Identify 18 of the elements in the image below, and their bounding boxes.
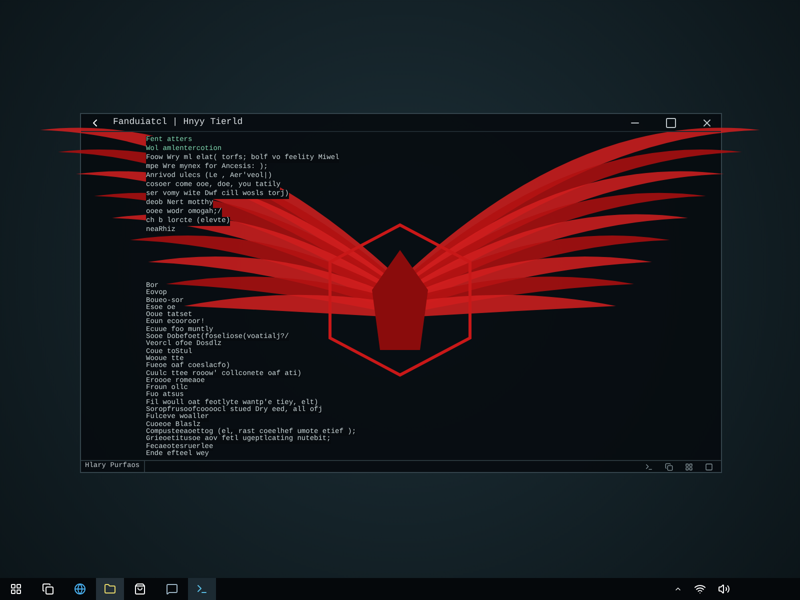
terminal-icon[interactable] [645,462,653,470]
panel-icon[interactable] [705,462,713,470]
app-taskbar-button[interactable] [188,578,216,600]
maximize-icon[interactable] [665,116,677,128]
copy-icon[interactable] [665,462,673,470]
close-icon[interactable] [701,116,713,128]
tray-chevron-icon[interactable] [674,585,682,593]
task-view-icon[interactable] [42,583,54,595]
terminal-icon [196,583,208,595]
volume-icon[interactable] [718,583,730,595]
folder-icon [104,583,116,595]
store-icon[interactable] [134,583,146,595]
start-icon[interactable] [10,583,22,595]
window-title: Fanduiatcl | Hnyy Tierld [113,116,243,129]
browser-icon[interactable] [74,583,86,595]
grid-icon[interactable] [685,462,693,470]
folder-taskbar-button[interactable] [96,578,124,600]
chat-icon[interactable] [166,583,178,595]
